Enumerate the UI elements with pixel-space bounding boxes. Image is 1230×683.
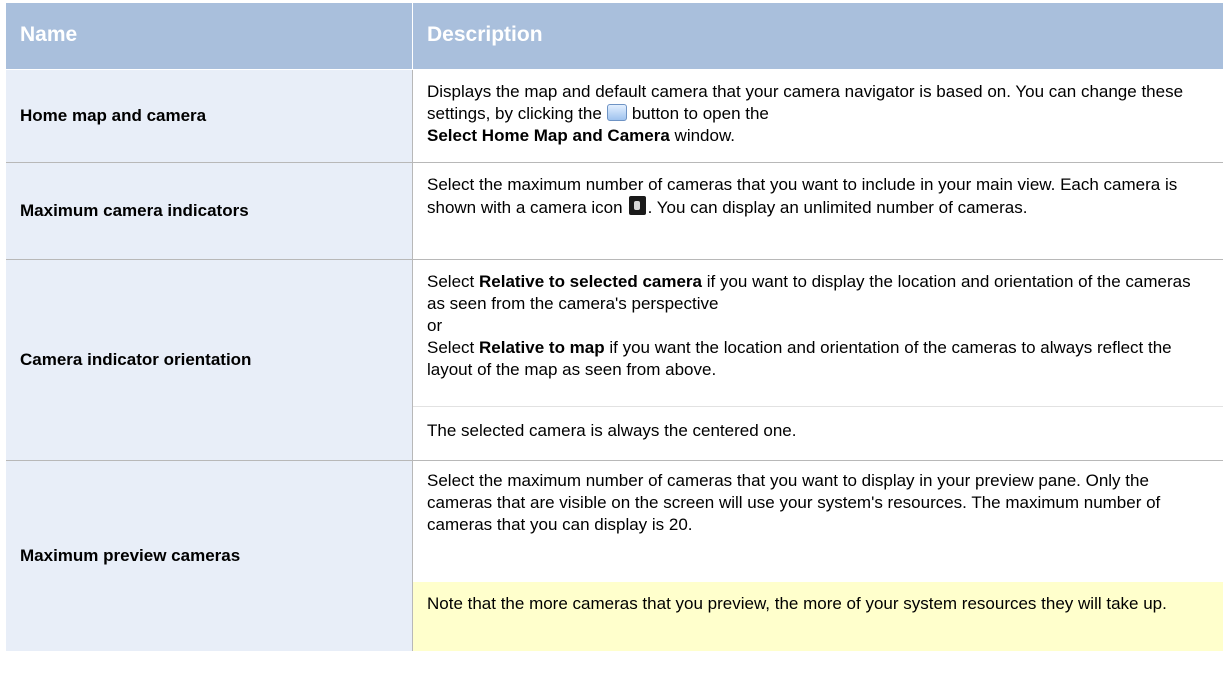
option-name: Relative to selected camera	[478, 272, 702, 291]
table-row: Maximum preview cameras Select the maxim…	[6, 461, 1223, 651]
description-part: or	[427, 316, 443, 335]
description-text: The selected camera is always the center…	[413, 406, 1223, 459]
note-text: Note that the more cameras that you prev…	[413, 582, 1223, 651]
row-description: Select Relative to selected camera if yo…	[413, 260, 1223, 460]
camera-icon	[628, 196, 646, 215]
header-name-cell: Name	[6, 3, 413, 69]
table-row: Maximum camera indicators Select the max…	[6, 163, 1223, 260]
description-text: Displays the map and default camera that…	[413, 70, 1223, 147]
row-name-maximum-preview-cameras: Maximum preview cameras	[6, 461, 413, 651]
table-row: Camera indicator orientation Select Rela…	[6, 260, 1223, 461]
description-text: Select Relative to selected camera if yo…	[413, 260, 1223, 406]
row-description: Select the maximum number of cameras tha…	[413, 461, 1223, 651]
description-part: . You can display an unlimited number of…	[647, 198, 1028, 217]
row-name-home-map-and-camera: Home map and camera	[6, 70, 413, 162]
dialog-name: Select Home Map and Camera	[427, 126, 670, 145]
table-row: Home map and camera Displays the map and…	[6, 70, 1223, 163]
description-part: Displays the map and default camera that…	[427, 82, 1184, 123]
description-part: Select	[427, 272, 475, 291]
table-header: Name Description	[6, 3, 1223, 70]
description-text: Select the maximum number of cameras tha…	[413, 163, 1223, 219]
header-description-label: Description	[427, 23, 543, 46]
header-name-label: Name	[20, 23, 78, 46]
header-description-cell: Description	[413, 3, 1223, 69]
row-description: Displays the map and default camera that…	[413, 70, 1223, 162]
option-name: Relative to map	[478, 338, 605, 357]
browse-button-icon	[606, 104, 627, 121]
row-name-camera-indicator-orientation: Camera indicator orientation	[6, 260, 413, 460]
description-part: Select	[427, 338, 475, 357]
row-description: Select the maximum number of cameras tha…	[413, 163, 1223, 259]
description-part: button to open the	[631, 104, 769, 123]
row-name-maximum-camera-indicators: Maximum camera indicators	[6, 163, 413, 259]
settings-table: Name Description Home map and camera Dis…	[6, 3, 1223, 651]
description-text: Select the maximum number of cameras tha…	[427, 471, 1161, 534]
description-part: window.	[674, 126, 736, 145]
